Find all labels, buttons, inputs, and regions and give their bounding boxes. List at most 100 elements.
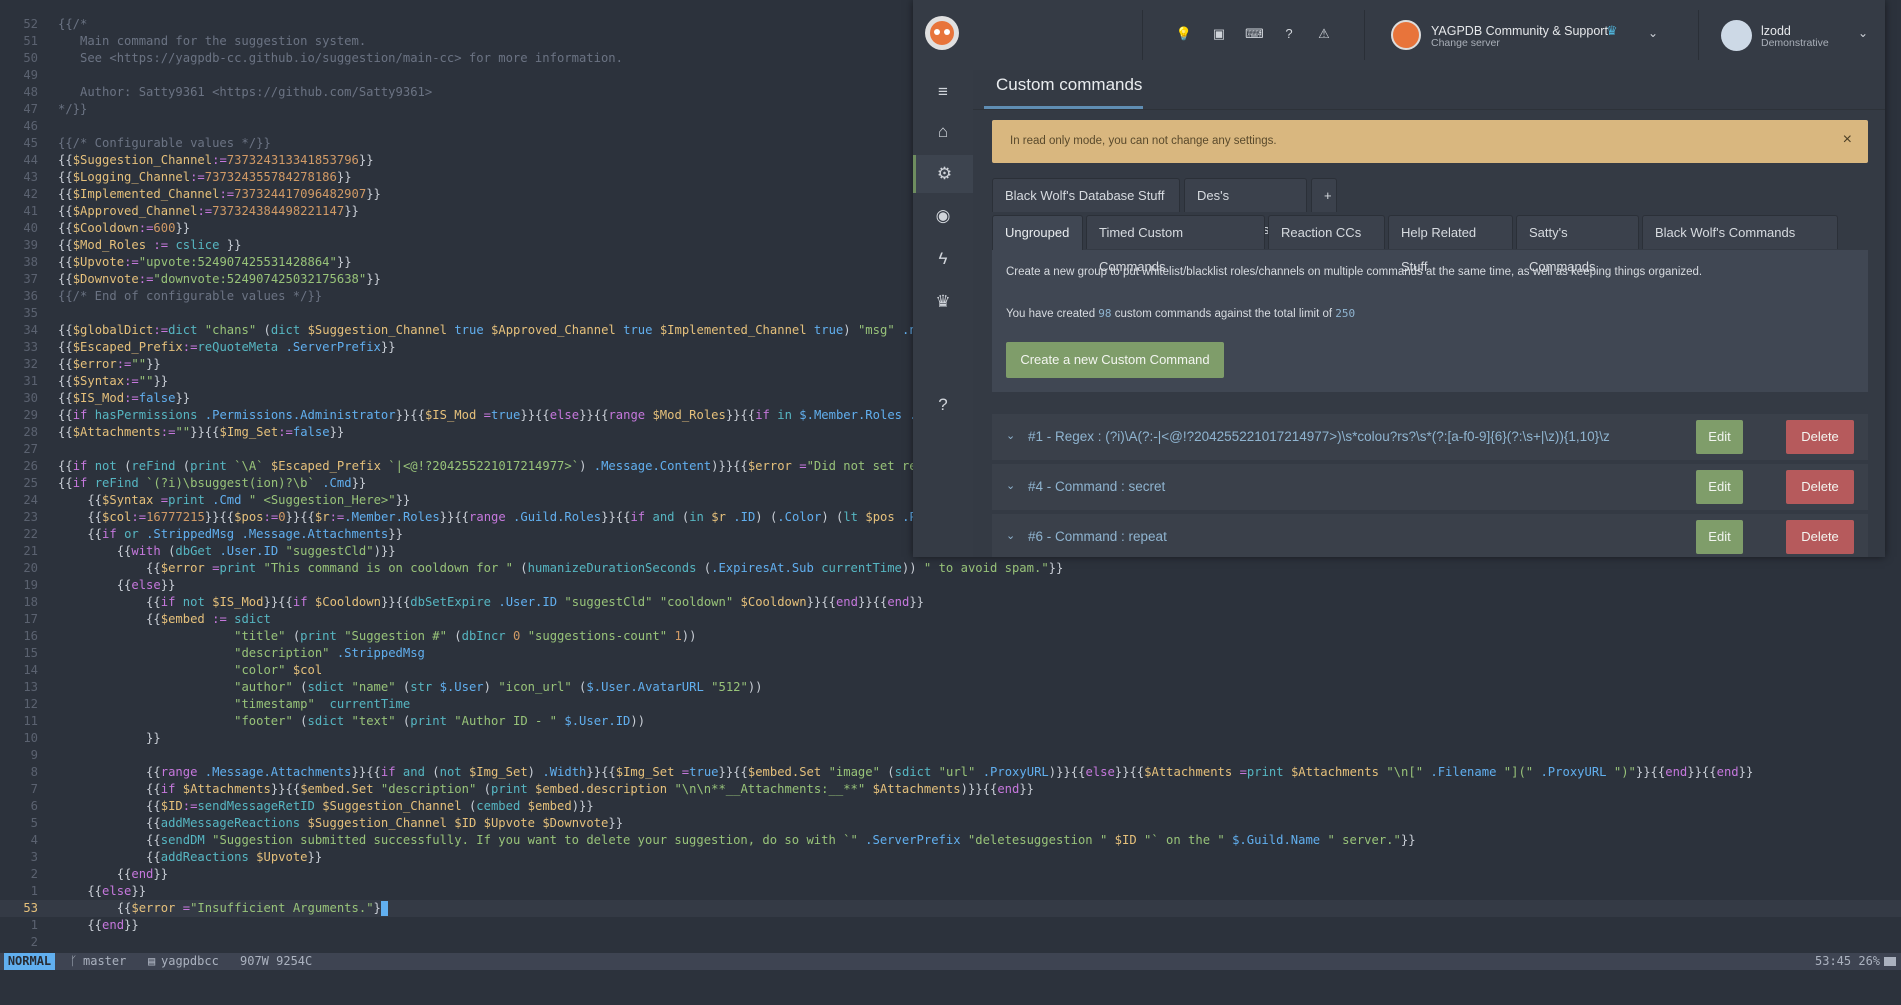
tab-group[interactable]: Reaction CCs: [1268, 215, 1385, 249]
command-line[interactable]: [0, 970, 1901, 1005]
code-text[interactable]: {{$Syntax =print .Cmd " <Suggestion_Here…: [58, 492, 410, 509]
code-text[interactable]: "author" (sdict "name" (str $.User) "ico…: [58, 679, 762, 696]
code-text[interactable]: {{$error =print "This command is on cool…: [58, 560, 1063, 577]
code-text[interactable]: {{if not $IS_Mod}}{{if $Cooldown}}{{dbSe…: [58, 594, 924, 611]
code-text[interactable]: {{$IS_Mod:=false}}: [58, 390, 190, 407]
code-text[interactable]: {{$Syntax:=""}}: [58, 373, 168, 390]
code-text[interactable]: {{$Upvote:="upvote:524907425531428864"}}: [58, 254, 352, 271]
code-text[interactable]: "color" $col: [58, 662, 322, 679]
code-text[interactable]: {{/*: [58, 16, 87, 33]
code-text[interactable]: Author: Satty9361 <https://github.com/Sa…: [58, 84, 432, 101]
user-name[interactable]: lzodd: [1761, 24, 1791, 38]
code-text[interactable]: {{end}}: [58, 917, 138, 934]
code-text[interactable]: Main command for the suggestion system.: [58, 33, 366, 50]
code-text[interactable]: "description" .StrippedMsg: [58, 645, 425, 662]
code-text[interactable]: {{addMessageReactions $Suggestion_Channe…: [58, 815, 623, 832]
gears-icon[interactable]: ⚙: [913, 155, 973, 193]
line-number: 7: [30, 782, 38, 796]
edit-button[interactable]: Edit: [1696, 470, 1743, 504]
code-text[interactable]: {{$Escaped_Prefix:=reQuoteMeta .ServerPr…: [58, 339, 396, 356]
code-text[interactable]: {{$Approved_Channel:=737324384498221147}…: [58, 203, 359, 220]
code-text[interactable]: {{if or .StrippedMsg .Message.Attachment…: [58, 526, 403, 543]
delete-button[interactable]: Delete: [1786, 420, 1854, 454]
code-text[interactable]: {{with (dbGet .User.ID "suggestCld")}}: [58, 543, 396, 560]
title-underline: [984, 106, 1143, 109]
chevron-down-icon[interactable]: ⌄: [1648, 26, 1658, 40]
chevron-down-icon[interactable]: ⌄: [1006, 479, 1015, 492]
delete-button[interactable]: Delete: [1786, 520, 1854, 554]
command-row[interactable]: ⌄ #1 - Regex : (?i)\A(?:-|<@!?20425522101…: [992, 414, 1868, 464]
code-text[interactable]: {{$error ="Insufficient Arguments."}: [58, 900, 388, 917]
code-text[interactable]: "timestamp" currentTime: [58, 696, 410, 713]
line-number: 35: [23, 306, 38, 320]
code-line[interactable]: 53 {{$error ="Insufficient Arguments."}: [0, 900, 1901, 917]
code-text[interactable]: }}: [58, 730, 161, 747]
delete-button[interactable]: Delete: [1786, 470, 1854, 504]
create-command-button[interactable]: Create a new Custom Command: [1006, 342, 1224, 378]
code-text[interactable]: {{$Mod_Roles := cslice }}: [58, 237, 241, 254]
code-text[interactable]: {{range .Message.Attachments}}{{if and (…: [58, 764, 1753, 781]
add-group-tab[interactable]: +: [1311, 178, 1337, 212]
code-text[interactable]: {{$Attachments:=""}}{{$Img_Set:=false}}: [58, 424, 344, 441]
tab-group[interactable]: Timed Custom Commands: [1086, 215, 1265, 274]
code-text[interactable]: {{$globalDict:=dict "chans" (dict $Sugge…: [58, 322, 946, 339]
code-text[interactable]: */}}: [58, 101, 87, 118]
tab-group[interactable]: Black Wolf's Commands: [1642, 215, 1838, 249]
code-text[interactable]: {{if $Attachments}}{{$embed.Set "descrip…: [58, 781, 1034, 798]
code-text[interactable]: {{$ID:=sendMessageRetID $Suggestion_Chan…: [58, 798, 594, 815]
code-text[interactable]: "title" (print "Suggestion #" (dbIncr 0 …: [58, 628, 696, 645]
code-text[interactable]: {{$Implemented_Channel:=7373244170964829…: [58, 186, 381, 203]
command-row[interactable]: ⌄ #4 - Command : secret Edit Delete: [992, 464, 1868, 514]
home-icon[interactable]: ⌂: [913, 113, 973, 151]
inbox-icon[interactable]: ▣: [1210, 25, 1228, 43]
tab-group[interactable]: Satty's Commands: [1516, 215, 1639, 274]
command-title[interactable]: #6 - Command : repeat: [1028, 529, 1167, 544]
close-icon[interactable]: ×: [1843, 131, 1852, 149]
chevron-down-icon[interactable]: ⌄: [1006, 529, 1015, 542]
keyboard-icon[interactable]: ⌨: [1245, 25, 1264, 43]
code-text[interactable]: {{$Logging_Channel:=737324355784278186}}: [58, 169, 352, 186]
code-text[interactable]: {{else}}: [58, 883, 146, 900]
help-icon[interactable]: ?: [913, 386, 973, 424]
tab-group[interactable]: Help Related Stuff: [1388, 215, 1513, 274]
tab-group[interactable]: Black Wolf's Database Stuff: [992, 178, 1180, 212]
code-text[interactable]: See <https://yagpdb-cc.github.io/suggest…: [58, 50, 623, 67]
server-avatar[interactable]: [1391, 20, 1421, 50]
server-name[interactable]: YAGPDB Community & Support: [1431, 24, 1608, 38]
tab-group[interactable]: Des's Experiments: [1184, 178, 1307, 237]
bolt-icon[interactable]: ϟ: [913, 240, 973, 278]
code-text[interactable]: {{$Suggestion_Channel:=73732431334185379…: [58, 152, 374, 169]
command-row[interactable]: ⌄ #6 - Command : repeat Edit Delete: [992, 514, 1868, 557]
code-text[interactable]: {{if reFind `(?i)\bsuggest(ion)?\b` .Cmd…: [58, 475, 366, 492]
code-text[interactable]: {{end}}: [58, 866, 168, 883]
line-number: 5: [30, 816, 38, 830]
code-text[interactable]: "footer" (sdict "text" (print "Author ID…: [58, 713, 645, 730]
edit-button[interactable]: Edit: [1696, 420, 1743, 454]
chevron-down-icon[interactable]: ⌄: [1858, 26, 1868, 40]
code-text[interactable]: {{/* End of configurable values */}}: [58, 288, 322, 305]
rss-icon[interactable]: ◉: [913, 197, 973, 235]
command-title[interactable]: #4 - Command : secret: [1028, 479, 1165, 494]
trophy-icon[interactable]: ♛: [913, 283, 973, 321]
avatar[interactable]: [1721, 20, 1752, 51]
code-text[interactable]: {{$embed := sdict: [58, 611, 271, 628]
command-title[interactable]: #1 - Regex : (?i)\A(?:-|<@!?204255221017…: [1028, 429, 1610, 444]
edit-button[interactable]: Edit: [1696, 520, 1743, 554]
code-text[interactable]: {{addReactions $Upvote}}: [58, 849, 322, 866]
code-text[interactable]: {{$Downvote:="downvote:52490742503217563…: [58, 271, 381, 288]
tab-group[interactable]: Ungrouped: [992, 215, 1083, 250]
warning-icon[interactable]: ⚠: [1315, 25, 1333, 43]
code-text[interactable]: {{else}}: [58, 577, 176, 594]
lightbulb-icon[interactable]: 💡: [1175, 25, 1193, 43]
change-server-link[interactable]: Change server: [1431, 37, 1500, 49]
crown-icon: ♛: [1606, 23, 1618, 38]
code-text[interactable]: {{sendDM "Suggestion submitted successfu…: [58, 832, 1416, 849]
question-icon[interactable]: ?: [1280, 25, 1298, 43]
line-number: 51: [23, 34, 38, 48]
chevron-down-icon[interactable]: ⌄: [1006, 429, 1015, 442]
yagpdb-logo[interactable]: [925, 16, 959, 50]
menu-icon[interactable]: ≡: [913, 73, 973, 111]
code-text[interactable]: {{$error:=""}}: [58, 356, 161, 373]
code-text[interactable]: {{/* Configurable values */}}: [58, 135, 271, 152]
code-text[interactable]: {{$Cooldown:=600}}: [58, 220, 190, 237]
